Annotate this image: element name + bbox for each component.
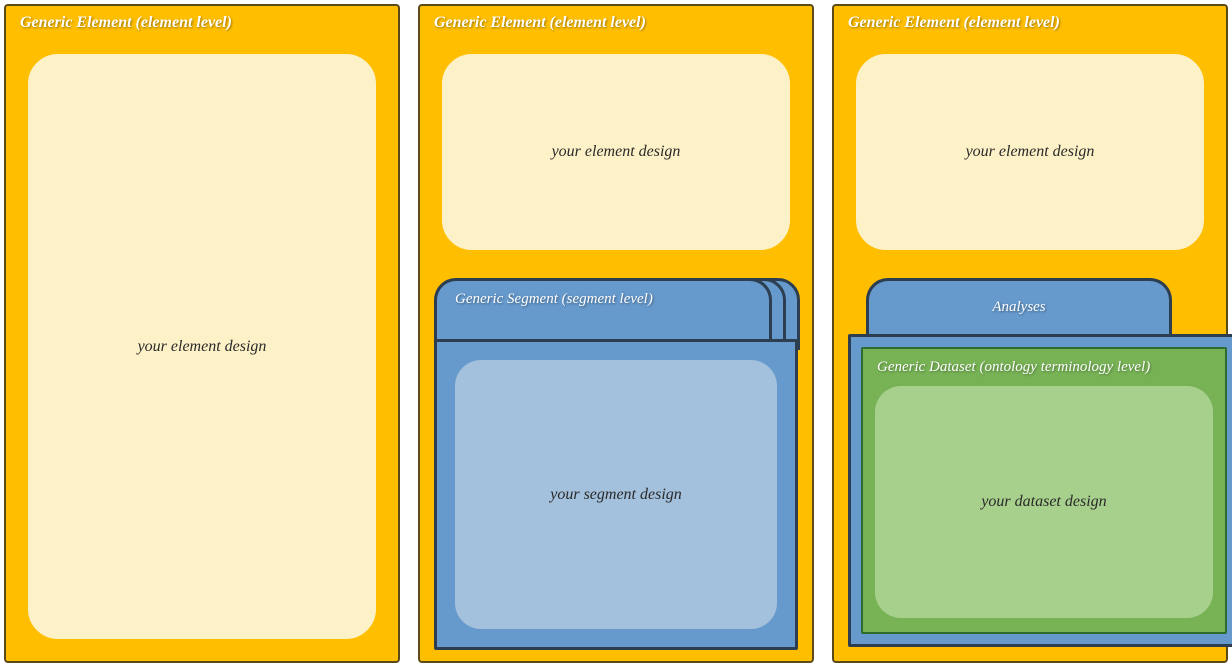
- dataset-box: Generic Dataset (ontology terminology le…: [861, 347, 1227, 634]
- segment-design: your segment design: [455, 360, 777, 629]
- panel-element-1: Generic Element (element level) your ele…: [4, 4, 400, 663]
- panel-2-element-design: your element design: [440, 52, 792, 252]
- panel-3-title: Generic Element (element level): [848, 14, 1212, 32]
- segment-title: Generic Segment (segment level): [449, 289, 757, 316]
- panel-1-title: Generic Element (element level): [20, 14, 384, 32]
- analyses-title: Analyses: [992, 299, 1045, 316]
- panel-1-element-design: your element design: [26, 52, 378, 641]
- segment-body: your segment design: [434, 339, 798, 650]
- panel-element-2: Generic Element (element level) your ele…: [418, 4, 814, 663]
- panel-2-title: Generic Element (element level): [434, 14, 798, 32]
- analyses-body: Generic Dataset (ontology terminology le…: [848, 334, 1232, 647]
- segment-stack: Generic Segment (segment level) your seg…: [434, 278, 798, 647]
- dataset-title: Generic Dataset (ontology terminology le…: [875, 357, 1213, 386]
- analyses-tab: Analyses: [866, 278, 1172, 334]
- dataset-design: your dataset design: [875, 386, 1213, 618]
- panel-3-element-design: your element design: [854, 52, 1206, 252]
- panel-element-3: Generic Element (element level) your ele…: [832, 4, 1228, 663]
- segment-front: Generic Segment (segment level) your seg…: [434, 278, 772, 647]
